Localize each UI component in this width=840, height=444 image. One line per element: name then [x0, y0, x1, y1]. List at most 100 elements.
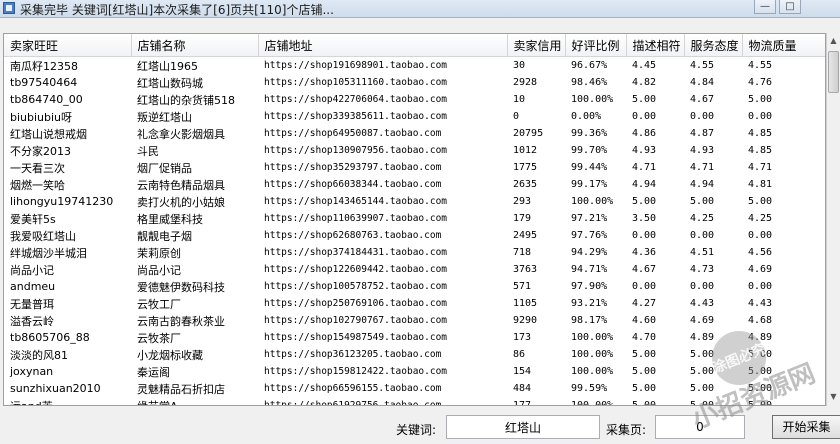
table-cell: https://shop422706064.taobao.com — [264, 94, 448, 105]
table-cell: 179 — [513, 213, 532, 224]
table-cell: 4.93 — [632, 145, 657, 156]
table-row[interactable]: 红塔山说想戒烟 礼念拿火影烟烟具 https://shop64950087.taob… — [4, 125, 825, 142]
table-cell: 484 — [513, 383, 532, 394]
table-cell: 571 — [513, 281, 532, 292]
table-cell: 154 — [513, 366, 532, 377]
scrollbar-thumb[interactable] — [828, 51, 839, 93]
table-cell: 4.56 — [748, 247, 773, 258]
table-cell: 4.84 — [690, 77, 715, 88]
table-cell: 无量普珥 — [10, 297, 54, 311]
table-row[interactable]: 绊城烟沙半城泪 茉莉原创 https://shop374184431.taobao.… — [4, 244, 825, 261]
scroll-up-icon[interactable]: ▲ — [827, 34, 840, 48]
keyword-input[interactable] — [446, 415, 600, 439]
column-header[interactable]: 店铺名称 — [131, 34, 259, 57]
maximize-icon: □ — [785, 1, 795, 12]
table-row[interactable]: 无量普珥 云牧工厂 https://shop250769106.taobao.com… — [4, 295, 825, 312]
table-cell: joxynan — [10, 365, 54, 378]
table-row[interactable]: 一天看三次 烟厂促销品 https://shop35293797.taobao.co… — [4, 159, 825, 176]
scroll-down-icon[interactable]: ▼ — [827, 390, 840, 404]
table-cell: 云南特色精品烟具 — [137, 178, 225, 192]
table-cell: 100.00% — [571, 332, 614, 343]
table-row[interactable]: 南瓜籽12358 红塔山1965 https://shop191698901.tao… — [4, 57, 825, 75]
table-cell: 4.55 — [748, 60, 773, 71]
table-cell: 小龙烟标收藏 — [137, 348, 203, 362]
table-cell: https://shop105311160.taobao.com — [264, 77, 448, 88]
table-cell: https://shop66038344.taobao.com — [264, 179, 442, 190]
table-cell: 4.25 — [748, 213, 773, 224]
table-cell: 100.00% — [571, 400, 614, 406]
table-cell: 177 — [513, 400, 532, 406]
table-cell: 4.45 — [632, 60, 657, 71]
table-cell: 灵魅精品石折扣店 — [137, 382, 225, 396]
table-cell: 1775 — [513, 162, 538, 173]
column-header[interactable]: 好评比例 — [565, 34, 627, 57]
table-cell: tb8605706_88 — [10, 331, 90, 344]
table-cell: tb97540464 — [10, 76, 78, 89]
table-cell: tb864740_00 — [10, 93, 83, 106]
table-cell: 94.71% — [571, 264, 608, 275]
table-row[interactable]: lihongyu19741230 卖打火机的小姑娘 https://shop1434… — [4, 193, 825, 210]
table-cell: 2635 — [513, 179, 538, 190]
table-cell: 0.00 — [632, 111, 657, 122]
table-cell: https://shop110639907.taobao.com — [264, 213, 448, 224]
table-cell: 99.36% — [571, 128, 608, 139]
table-cell: 4.94 — [632, 179, 657, 190]
table-row[interactable]: andmeu 爱德魅伊数码科技 https://shop100578752.taob… — [4, 278, 825, 295]
table-cell: 4.43 — [748, 298, 773, 309]
table-row[interactable]: tb97540464 红塔山数码城 https://shop105311160.ta… — [4, 74, 825, 91]
table-cell: 99.44% — [571, 162, 608, 173]
table-cell: 0.00 — [690, 111, 715, 122]
watermark-logo: 涂图必究 小招资源网 — [688, 331, 820, 430]
minimize-icon: — — [760, 1, 770, 12]
table-cell: 秦运阁 — [137, 365, 170, 379]
table-cell: 4.71 — [632, 162, 657, 173]
app-icon — [3, 2, 15, 14]
table-cell: 4.85 — [748, 145, 773, 156]
table-cell: 4.73 — [690, 264, 715, 275]
table-cell: 4.81 — [748, 179, 773, 190]
table-cell: 4.94 — [690, 179, 715, 190]
column-header[interactable]: 描述相符 — [626, 34, 685, 57]
table-row[interactable]: tb864740_00 红塔山的杂货铺518 https://shop4227060… — [4, 91, 825, 108]
table-cell: https://shop143465144.taobao.com — [264, 196, 448, 207]
table-cell: 86 — [513, 349, 526, 360]
table-cell: 5.00 — [748, 94, 773, 105]
table-cell: 4.71 — [690, 162, 715, 173]
table-cell: 3763 — [513, 264, 538, 275]
table-cell: 4.27 — [632, 298, 657, 309]
column-header[interactable]: 卖家旺旺 — [4, 34, 132, 57]
minimize-button[interactable]: — — [754, 0, 776, 14]
table-cell: 98.17% — [571, 315, 608, 326]
table-cell: https://shop374184431.taobao.com — [264, 247, 448, 258]
column-header[interactable]: 店铺地址 — [258, 34, 508, 57]
table-cell: 烟厂促销品 — [137, 161, 192, 175]
column-header[interactable]: 物流质量 — [742, 34, 825, 57]
table-row[interactable]: biubiubiu呀 叛逆红塔山 https://shop339385611.tao… — [4, 108, 825, 125]
table-cell: 云南古韵春秋茶业 — [137, 314, 225, 328]
maximize-button[interactable]: □ — [779, 0, 801, 14]
table-cell: 4.69 — [748, 264, 773, 275]
table-cell: 100.00% — [571, 349, 614, 360]
keyword-label: 关键词: — [396, 423, 437, 437]
table-row[interactable]: 我爱吸红塔山 靓靓电子烟 https://shop62680763.taobao.c… — [4, 227, 825, 244]
column-header[interactable]: 卖家信用 — [507, 34, 566, 57]
table-cell: https://shop35293797.taobao.com — [264, 162, 442, 173]
table-cell: andmeu — [10, 280, 56, 293]
title-bar: 采集完毕 关键词[红塔山]本次采集了[6]页共[110]个店铺... — □ — [0, 0, 840, 18]
column-header[interactable]: 服务态度 — [684, 34, 743, 57]
table-cell: 0 — [513, 111, 520, 122]
table-row[interactable]: 尚品小记 尚品小记 https://shop122609442.taobao.com… — [4, 261, 825, 278]
table-cell: 靓靓电子烟 — [137, 229, 192, 243]
table-cell: 4.36 — [632, 247, 657, 258]
vertical-scrollbar[interactable]: ▲ ▼ — [826, 33, 840, 406]
table-cell: sunzhixuan2010 — [10, 382, 101, 395]
table-cell: 红塔山数码城 — [137, 76, 203, 90]
table-cell: 100.00% — [571, 94, 614, 105]
table-row[interactable]: 不分家2013 斗民 https://shop130907956.taobao.co… — [4, 142, 825, 159]
table-row[interactable]: 烟燃一笑哈 云南特色精品烟具 https://shop66038344.taobao… — [4, 176, 825, 193]
table-cell: https://shop191698901.taobao.com — [264, 60, 448, 71]
table-cell: 97.21% — [571, 213, 608, 224]
table-row[interactable]: 爱美轩5s 格里威堡科技 https://shop110639907.taobao.… — [4, 210, 825, 227]
table-cell: 我爱吸红塔山 — [10, 229, 76, 243]
table-cell: 0.00 — [690, 281, 715, 292]
